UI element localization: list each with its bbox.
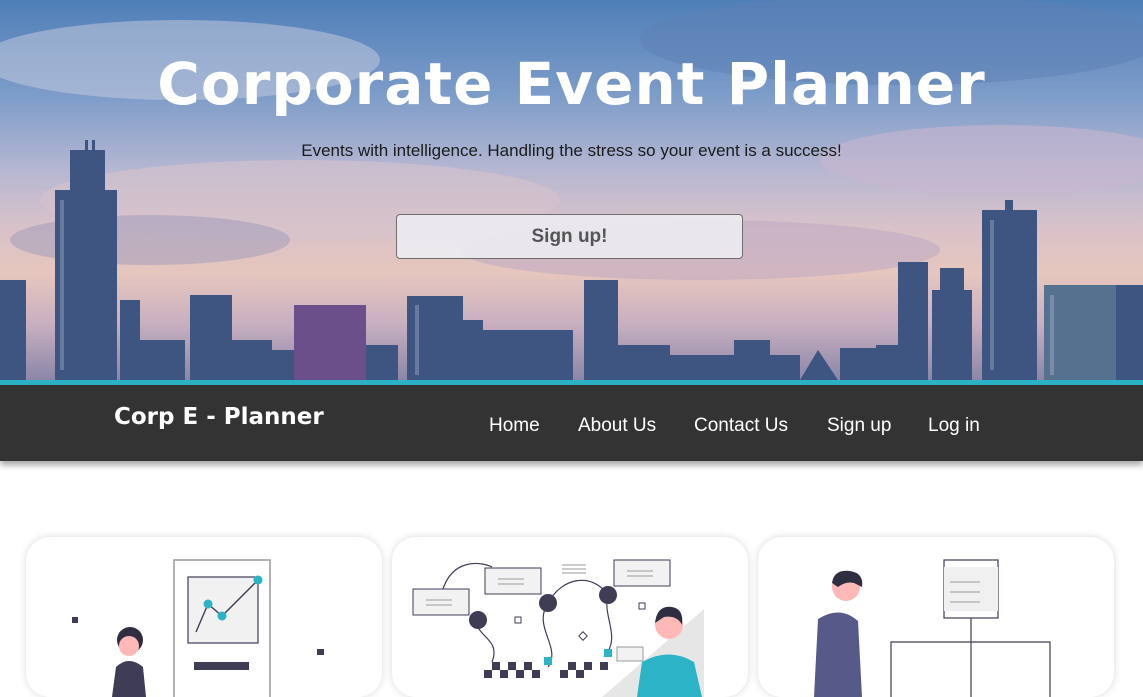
- feature-card-1: [26, 537, 382, 697]
- hero-title: Corporate Event Planner: [157, 50, 986, 118]
- nav-link-sign-up[interactable]: Sign up: [827, 415, 891, 437]
- flow-diagram-illustration: [412, 559, 704, 697]
- nav-link-home[interactable]: Home: [489, 415, 540, 437]
- nav-link-contact-us[interactable]: Contact Us: [694, 415, 788, 437]
- org-chart-illustration: [814, 559, 1051, 697]
- hero-subtitle: Events with intelligence. Handling the s…: [301, 141, 842, 160]
- growth-chart-illustration: [72, 559, 324, 697]
- hero-banner: Corporate Event Planner Events with inte…: [0, 0, 1143, 380]
- feature-card-2: [392, 537, 748, 697]
- nav-link-about-us[interactable]: About Us: [578, 415, 656, 437]
- signup-cta-button[interactable]: Sign up!: [396, 214, 743, 259]
- brand-logo[interactable]: Corp E - Planner: [114, 404, 324, 430]
- feature-card-3: [758, 537, 1114, 697]
- navbar: Corp E - Planner Home About Us Contact U…: [0, 385, 1143, 461]
- nav-link-log-in[interactable]: Log in: [928, 415, 980, 437]
